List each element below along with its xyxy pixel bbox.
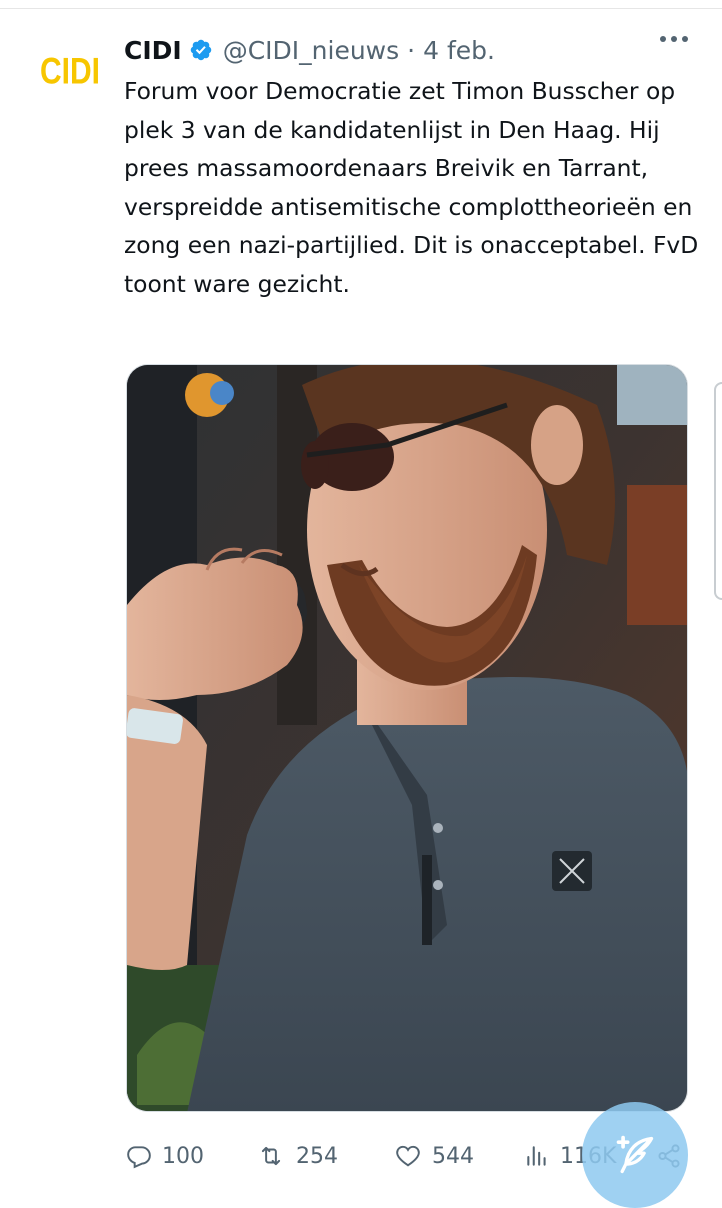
reply-icon [127, 1146, 151, 1169]
tweet-photo[interactable] [126, 364, 688, 1112]
like-count: 544 [432, 1143, 474, 1169]
compose-feather-icon [616, 1135, 654, 1174]
tweet-text: Forum voor Democratie zet Timon Busscher… [124, 77, 699, 298]
separator-dot: · [407, 35, 416, 65]
retweet-button[interactable]: 254 [256, 1136, 338, 1176]
user-handle[interactable]: @CIDI_nieuws [223, 36, 399, 65]
avatar[interactable]: CIDI [28, 30, 112, 114]
tweet-date[interactable]: 4 feb. [423, 36, 495, 65]
display-name[interactable]: CIDI [124, 36, 182, 65]
side-scroll-tab[interactable] [714, 382, 722, 600]
retweet-icon [261, 1146, 281, 1166]
views-chart-icon [527, 1146, 546, 1166]
heart-icon [396, 1145, 420, 1167]
photo-illustration [127, 365, 687, 1111]
tweet-header: CIDI @CIDI_nieuws · 4 feb. [124, 30, 495, 70]
more-options-icon[interactable] [660, 36, 688, 42]
top-divider [0, 8, 722, 9]
reply-button[interactable]: 100 [126, 1136, 204, 1176]
avatar-logo-text: CIDI [40, 50, 100, 92]
reply-count: 100 [162, 1143, 204, 1169]
verified-badge-icon [190, 39, 211, 61]
compose-button[interactable] [582, 1102, 688, 1208]
like-button[interactable]: 544 [394, 1136, 474, 1176]
retweet-count: 254 [296, 1143, 338, 1169]
